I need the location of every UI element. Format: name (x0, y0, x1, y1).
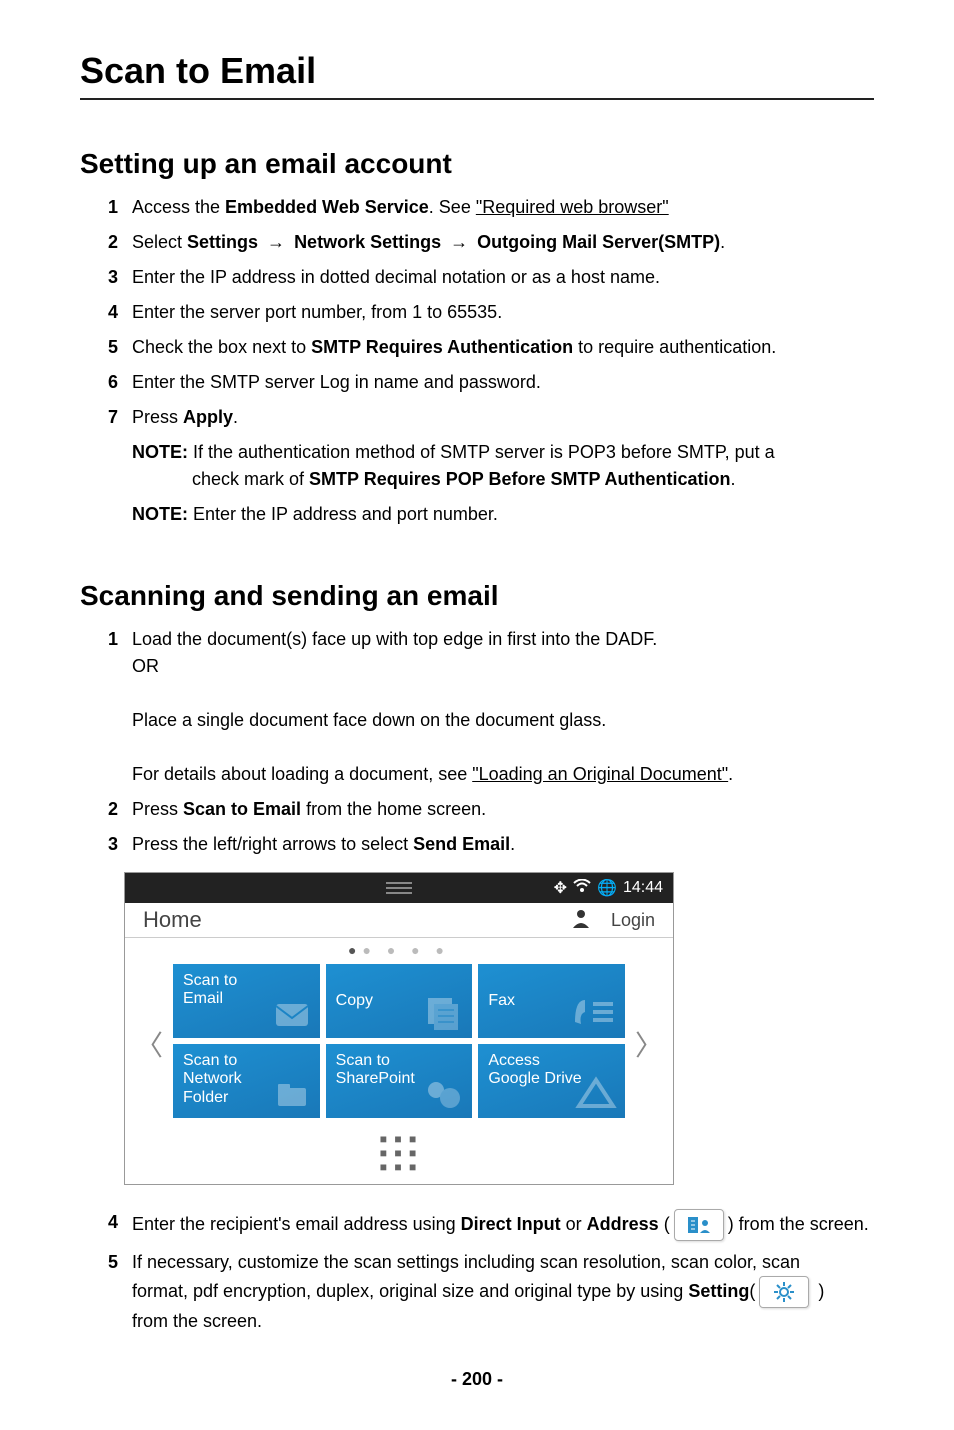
tile-fax[interactable]: Fax (478, 964, 625, 1038)
setup-steps: 1 Access the Embedded Web Service. See "… (80, 190, 874, 435)
step-body: Press Scan to Email from the home screen… (132, 796, 874, 823)
step-body: Enter the IP address in dotted decimal n… (132, 264, 874, 291)
step-number: 4 (80, 1209, 132, 1241)
settings-gear-icon[interactable] (759, 1276, 809, 1308)
step-number: 5 (80, 334, 132, 361)
menu-icon[interactable] (386, 882, 412, 894)
step-number: 3 (80, 831, 132, 858)
step-body: Select Settings → Network Settings → Out… (132, 229, 874, 256)
step-number: 6 (80, 369, 132, 396)
page-number: - 200 - (80, 1369, 874, 1390)
user-icon[interactable] (571, 908, 591, 933)
arrow-icon: → (441, 232, 477, 252)
step-number: 1 (80, 194, 132, 221)
status-bar: ✥ 🌐 14:44 (125, 873, 673, 903)
page-dots: ●● ● ● ● (125, 938, 673, 962)
step-number: 4 (80, 299, 132, 326)
link-loading-document[interactable]: "Loading an Original Document" (472, 764, 728, 784)
step-body: Enter the server port number, from 1 to … (132, 299, 874, 326)
chevron-right-icon[interactable]: 〉 (625, 1024, 673, 1064)
step-body: Load the document(s) face up with top ed… (132, 626, 874, 788)
section-setup-heading: Setting up an email account (80, 148, 874, 180)
login-button[interactable]: Login (611, 910, 655, 931)
tile-scan-to-network-folder[interactable]: Scan to Network Folder (173, 1044, 320, 1118)
chevron-left-icon[interactable]: 〈 (125, 1024, 173, 1064)
step-body: Enter the SMTP server Log in name and pa… (132, 369, 874, 396)
tile-access-google-drive[interactable]: Access Google Drive (478, 1044, 625, 1118)
note-auth-method: NOTE: If the authentication method of SM… (132, 435, 874, 497)
step-number: 7 (80, 404, 132, 431)
home-label: Home (143, 907, 202, 933)
step-number: 2 (80, 229, 132, 256)
address-book-icon[interactable] (674, 1209, 724, 1241)
app-grid-icon[interactable]: ■ ■ ■■ ■ ■■ ■ ■ (125, 1126, 673, 1184)
printer-home-screenshot: ✥ 🌐 14:44 Home Login ●● ● ● ● (124, 872, 874, 1185)
step-number: 1 (80, 626, 132, 788)
clock-time: 14:44 (623, 879, 663, 897)
section-scan-heading: Scanning and sending an email (80, 580, 874, 612)
step-body: Press the left/right arrows to select Se… (132, 831, 874, 858)
step-number: 2 (80, 796, 132, 823)
globe-icon: 🌐 (597, 878, 617, 898)
link-required-browser[interactable]: "Required web browser" (476, 197, 669, 217)
tile-scan-to-email[interactable]: Scan to Email (173, 964, 320, 1038)
scan-steps: 1 Load the document(s) face up with top … (80, 622, 874, 862)
step-body: Access the Embedded Web Service. See "Re… (132, 194, 874, 221)
note-ip-port: NOTE: Enter the IP address and port numb… (132, 497, 874, 532)
wifi-icon (573, 879, 591, 898)
step-number: 5 (80, 1249, 132, 1335)
arrow-icon: → (258, 232, 294, 252)
step-body: Enter the recipient's email address usin… (132, 1209, 874, 1241)
step-body: If necessary, customize the scan setting… (132, 1249, 874, 1335)
eco-icon: ✥ (554, 878, 567, 898)
step-number: 3 (80, 264, 132, 291)
page-title: Scan to Email (80, 50, 874, 100)
tile-copy[interactable]: Copy (326, 964, 473, 1038)
tile-scan-to-sharepoint[interactable]: Scan to SharePoint (326, 1044, 473, 1118)
step-body: Press Apply. (132, 404, 874, 431)
step-body: Check the box next to SMTP Requires Auth… (132, 334, 874, 361)
scan-steps-cont: 4 Enter the recipient's email address us… (80, 1205, 874, 1339)
